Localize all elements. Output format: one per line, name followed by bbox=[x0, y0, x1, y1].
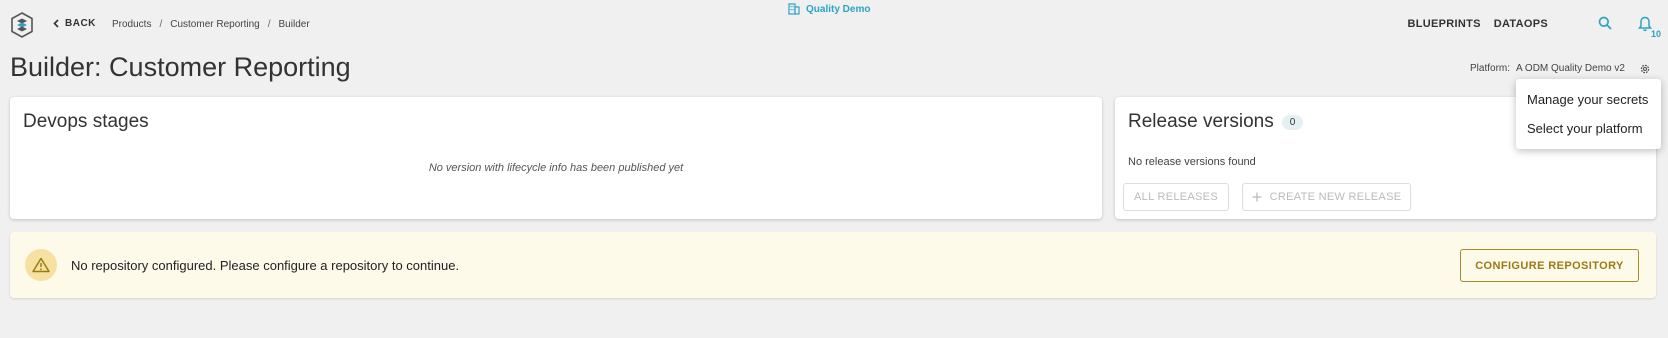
breadcrumb: Products / Customer Reporting / Builder bbox=[112, 19, 310, 30]
nav-blueprints[interactable]: BLUEPRINTS bbox=[1407, 18, 1480, 30]
platform-value: A ODM Quality Demo v2 bbox=[1516, 63, 1625, 74]
platform-menu: Manage your secrets Select your platform bbox=[1516, 79, 1661, 149]
page-title: Builder: Customer Reporting bbox=[10, 52, 351, 82]
devops-empty-message: No version with lifecycle info has been … bbox=[428, 162, 684, 174]
top-nav: BLUEPRINTS DATAOPS bbox=[1407, 18, 1548, 30]
all-releases-button[interactable]: ALL RELEASES bbox=[1123, 183, 1229, 211]
repository-warning-banner: No repository configured. Please configu… bbox=[10, 232, 1656, 298]
menu-item-manage-secrets[interactable]: Manage your secrets bbox=[1527, 92, 1648, 107]
devops-stages-card: Devops stages No version with lifecycle … bbox=[10, 97, 1102, 219]
page: BACK Products / Customer Reporting / Bui… bbox=[0, 0, 1668, 338]
workspace-name: Quality Demo bbox=[806, 3, 871, 15]
plus-icon bbox=[1252, 192, 1262, 202]
back-label: BACK bbox=[65, 18, 96, 29]
back-button[interactable]: BACK bbox=[53, 18, 96, 29]
devops-stages-title: Devops stages bbox=[23, 111, 149, 132]
breadcrumb-separator: / bbox=[267, 19, 271, 30]
search-icon bbox=[1598, 16, 1612, 30]
create-new-release-button[interactable]: CREATE NEW RELEASE bbox=[1242, 183, 1411, 211]
all-releases-label: ALL RELEASES bbox=[1134, 191, 1218, 203]
warning-icon bbox=[25, 249, 57, 281]
search-button[interactable] bbox=[1598, 16, 1612, 35]
gear-icon bbox=[1640, 64, 1650, 74]
release-count-badge: 0 bbox=[1281, 114, 1304, 130]
workspace-selector[interactable]: Quality Demo bbox=[788, 3, 870, 15]
create-new-release-label: CREATE NEW RELEASE bbox=[1269, 191, 1402, 203]
release-empty-message: No release versions found bbox=[1128, 156, 1256, 168]
notification-count: 10 bbox=[1651, 29, 1662, 39]
building-icon bbox=[788, 3, 800, 15]
breadcrumb-separator: / bbox=[159, 19, 163, 30]
configure-repository-label: CONFIGURE REPOSITORY bbox=[1475, 259, 1624, 272]
warning-message: No repository configured. Please configu… bbox=[71, 258, 460, 273]
configure-repository-button[interactable]: CONFIGURE REPOSITORY bbox=[1460, 249, 1639, 282]
notifications-button[interactable] bbox=[1638, 16, 1652, 37]
release-versions-header: Release versions 0 bbox=[1128, 111, 1304, 133]
platform-label: Platform: bbox=[1470, 63, 1511, 74]
breadcrumb-products[interactable]: Products bbox=[112, 19, 151, 30]
bell-icon bbox=[1638, 16, 1652, 32]
nav-dataops[interactable]: DATAOPS bbox=[1494, 18, 1548, 30]
chevron-left-icon bbox=[53, 19, 59, 28]
breadcrumb-builder: Builder bbox=[278, 19, 310, 30]
platform-settings-button[interactable] bbox=[1639, 62, 1651, 80]
platform-info: Platform: A ODM Quality Demo v2 bbox=[1470, 63, 1625, 74]
release-versions-title: Release versions bbox=[1128, 111, 1274, 132]
menu-item-select-platform[interactable]: Select your platform bbox=[1527, 121, 1643, 136]
breadcrumb-customer-reporting[interactable]: Customer Reporting bbox=[170, 19, 259, 30]
app-logo[interactable] bbox=[11, 12, 33, 38]
